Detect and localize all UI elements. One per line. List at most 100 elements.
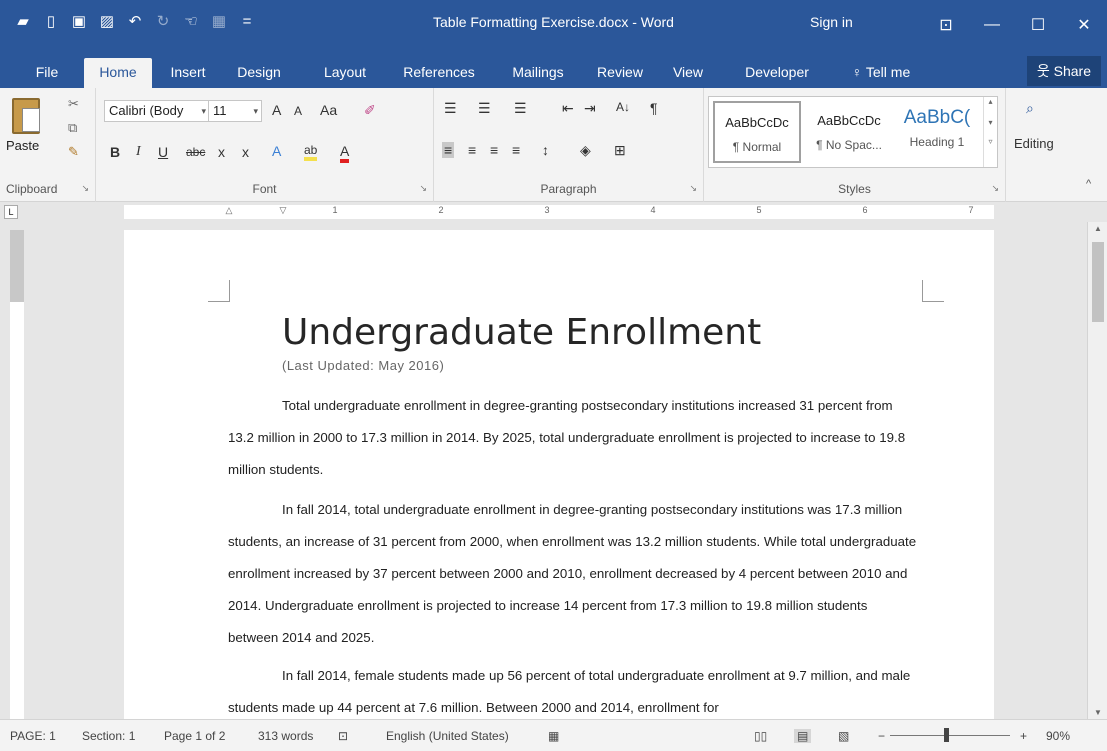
save-as-icon[interactable]: ▨	[98, 12, 116, 30]
paragraph-launcher-icon[interactable]: ↘	[689, 183, 697, 194]
tab-file[interactable]: File	[22, 58, 72, 88]
close-icon[interactable]: ✕	[1061, 0, 1107, 50]
clear-formatting-icon[interactable]: ✐	[364, 102, 376, 119]
touch-mode-icon[interactable]: ☜	[182, 12, 200, 30]
shading-icon[interactable]: ◈	[580, 142, 591, 159]
zoom-out-icon[interactable]: −	[878, 729, 885, 743]
chevron-up-icon[interactable]: ▴	[984, 97, 997, 106]
zoom-in-icon[interactable]: +	[1020, 729, 1027, 743]
tab-layout[interactable]: Layout	[312, 58, 378, 88]
paragraph[interactable]: In fall 2014, total undergraduate enroll…	[228, 494, 918, 654]
paste-icon[interactable]	[12, 98, 40, 134]
tab-references[interactable]: References	[396, 58, 482, 88]
status-section[interactable]: Section: 1	[82, 729, 135, 743]
web-layout-icon[interactable]: ▧	[838, 729, 849, 743]
undo-icon[interactable]: ↶	[126, 12, 144, 30]
macro-recording-icon[interactable]: ▦	[548, 729, 559, 743]
vertical-ruler[interactable]	[10, 230, 24, 719]
style-normal[interactable]: AaBbCcDc ¶ Normal	[713, 101, 801, 163]
increase-indent-icon[interactable]: ⇥	[584, 100, 596, 117]
font-size-combo[interactable]: 11 ▾	[208, 100, 262, 122]
collapse-ribbon-icon[interactable]: ^	[1086, 178, 1091, 190]
vertical-scrollbar[interactable]: ▲ ▼	[1087, 222, 1107, 719]
tab-developer[interactable]: Developer	[734, 58, 820, 88]
line-spacing-icon[interactable]: ↕	[542, 142, 549, 158]
italic-button[interactable]: I	[136, 144, 141, 160]
align-left-icon[interactable]: ≡	[442, 142, 455, 158]
read-mode-icon[interactable]: ▯▯	[754, 729, 767, 743]
tab-view[interactable]: View	[666, 58, 710, 88]
document-subtitle[interactable]: (Last Updated: May 2016)	[282, 358, 444, 373]
borders-icon[interactable]: ⊞	[614, 142, 626, 159]
font-name-combo[interactable]: Calibri (Body ▾	[104, 100, 210, 122]
paste-button[interactable]: Paste	[6, 138, 39, 153]
style-heading-1[interactable]: AaBbC( Heading 1	[893, 101, 981, 163]
tab-review[interactable]: Review	[590, 58, 650, 88]
chevron-down-icon[interactable]: ▾	[984, 118, 997, 127]
font-color-button[interactable]: A	[340, 143, 350, 163]
minimize-icon[interactable]: —	[969, 0, 1015, 50]
change-case-button[interactable]: Aa	[320, 102, 337, 118]
tab-selector[interactable]: L	[4, 205, 18, 219]
justify-icon[interactable]: ≡	[512, 142, 520, 158]
tab-home[interactable]: Home	[84, 58, 152, 88]
tab-insert[interactable]: Insert	[160, 58, 216, 88]
document-title[interactable]: Undergraduate Enrollment	[282, 312, 761, 353]
highlight-button[interactable]: ab	[304, 143, 318, 161]
share-button[interactable]: 웃 Share	[1026, 56, 1101, 86]
proofing-icon[interactable]: ⊡	[338, 729, 348, 743]
status-language[interactable]: English (United States)	[386, 729, 509, 743]
tell-me-box[interactable]: ♀ Tell me	[836, 58, 926, 88]
scroll-down-icon[interactable]: ▼	[1088, 708, 1107, 717]
print-layout-icon[interactable]: ▤	[794, 729, 812, 743]
strikethrough-button[interactable]: abc	[186, 145, 205, 159]
numbering-icon[interactable]: ☰	[478, 100, 491, 117]
ribbon-display-options-icon[interactable]: ⊡	[923, 0, 969, 50]
status-page-of[interactable]: Page 1 of 2	[164, 729, 225, 743]
show-formatting-button[interactable]: ¶	[650, 100, 658, 116]
sort-button[interactable]: A↓	[616, 100, 630, 114]
table-icon[interactable]: ▦	[210, 12, 228, 30]
subscript-button[interactable]: x	[218, 144, 225, 160]
status-words[interactable]: 313 words	[258, 729, 313, 743]
font-launcher-icon[interactable]: ↘	[419, 183, 427, 194]
style-no-spacing[interactable]: AaBbCcDc ¶ No Spac...	[805, 101, 893, 163]
styles-gallery-scroll[interactable]: ▴ ▾ ▿	[983, 97, 997, 167]
bold-button[interactable]: B	[110, 144, 120, 160]
grow-font-button[interactable]: A	[272, 102, 281, 118]
maximize-icon[interactable]: ☐	[1015, 0, 1061, 50]
horizontal-ruler[interactable]: △ ▽ 1 2 3 4 5 6 7	[124, 205, 994, 219]
clipboard-launcher-icon[interactable]: ↘	[81, 183, 89, 194]
open-icon[interactable]: ▰	[14, 12, 32, 30]
underline-button[interactable]: U	[158, 144, 168, 160]
bullets-icon[interactable]: ☰	[444, 100, 457, 117]
superscript-button[interactable]: x	[242, 144, 249, 160]
paragraph[interactable]: Total undergraduate enrollment in degree…	[228, 390, 918, 486]
format-painter-icon[interactable]: ✎	[68, 144, 79, 160]
decrease-indent-icon[interactable]: ⇤	[562, 100, 574, 117]
zoom-slider[interactable]	[890, 735, 1010, 736]
status-page[interactable]: PAGE: 1	[10, 729, 56, 743]
styles-launcher-icon[interactable]: ↘	[991, 183, 999, 194]
new-icon[interactable]: ▯	[42, 12, 60, 30]
more-styles-icon[interactable]: ▿	[984, 137, 997, 146]
zoom-slider-thumb[interactable]	[944, 728, 949, 742]
sign-in-link[interactable]: Sign in	[810, 14, 853, 30]
document-page[interactable]: Undergraduate Enrollment (Last Updated: …	[124, 230, 994, 719]
shrink-font-button[interactable]: A	[294, 104, 302, 118]
text-effects-button[interactable]: A	[272, 143, 281, 159]
tab-mailings[interactable]: Mailings	[500, 58, 576, 88]
customize-icon[interactable]: =	[238, 12, 256, 30]
save-icon[interactable]: ▣	[70, 12, 88, 30]
cut-icon[interactable]: ✂	[68, 96, 79, 112]
redo-icon[interactable]: ↻	[154, 12, 172, 30]
align-right-icon[interactable]: ≡	[490, 142, 498, 158]
scroll-up-icon[interactable]: ▲	[1088, 224, 1107, 233]
multilevel-list-icon[interactable]: ☰	[514, 100, 527, 117]
scrollbar-thumb[interactable]	[1092, 242, 1104, 322]
editing-button[interactable]: Editing	[1014, 136, 1054, 151]
first-line-indent-icon[interactable]: ▽	[278, 205, 288, 216]
search-icon[interactable]: ⌕	[1026, 100, 1034, 117]
copy-icon[interactable]: ⧉	[68, 120, 77, 136]
align-center-icon[interactable]: ≡	[468, 142, 476, 158]
